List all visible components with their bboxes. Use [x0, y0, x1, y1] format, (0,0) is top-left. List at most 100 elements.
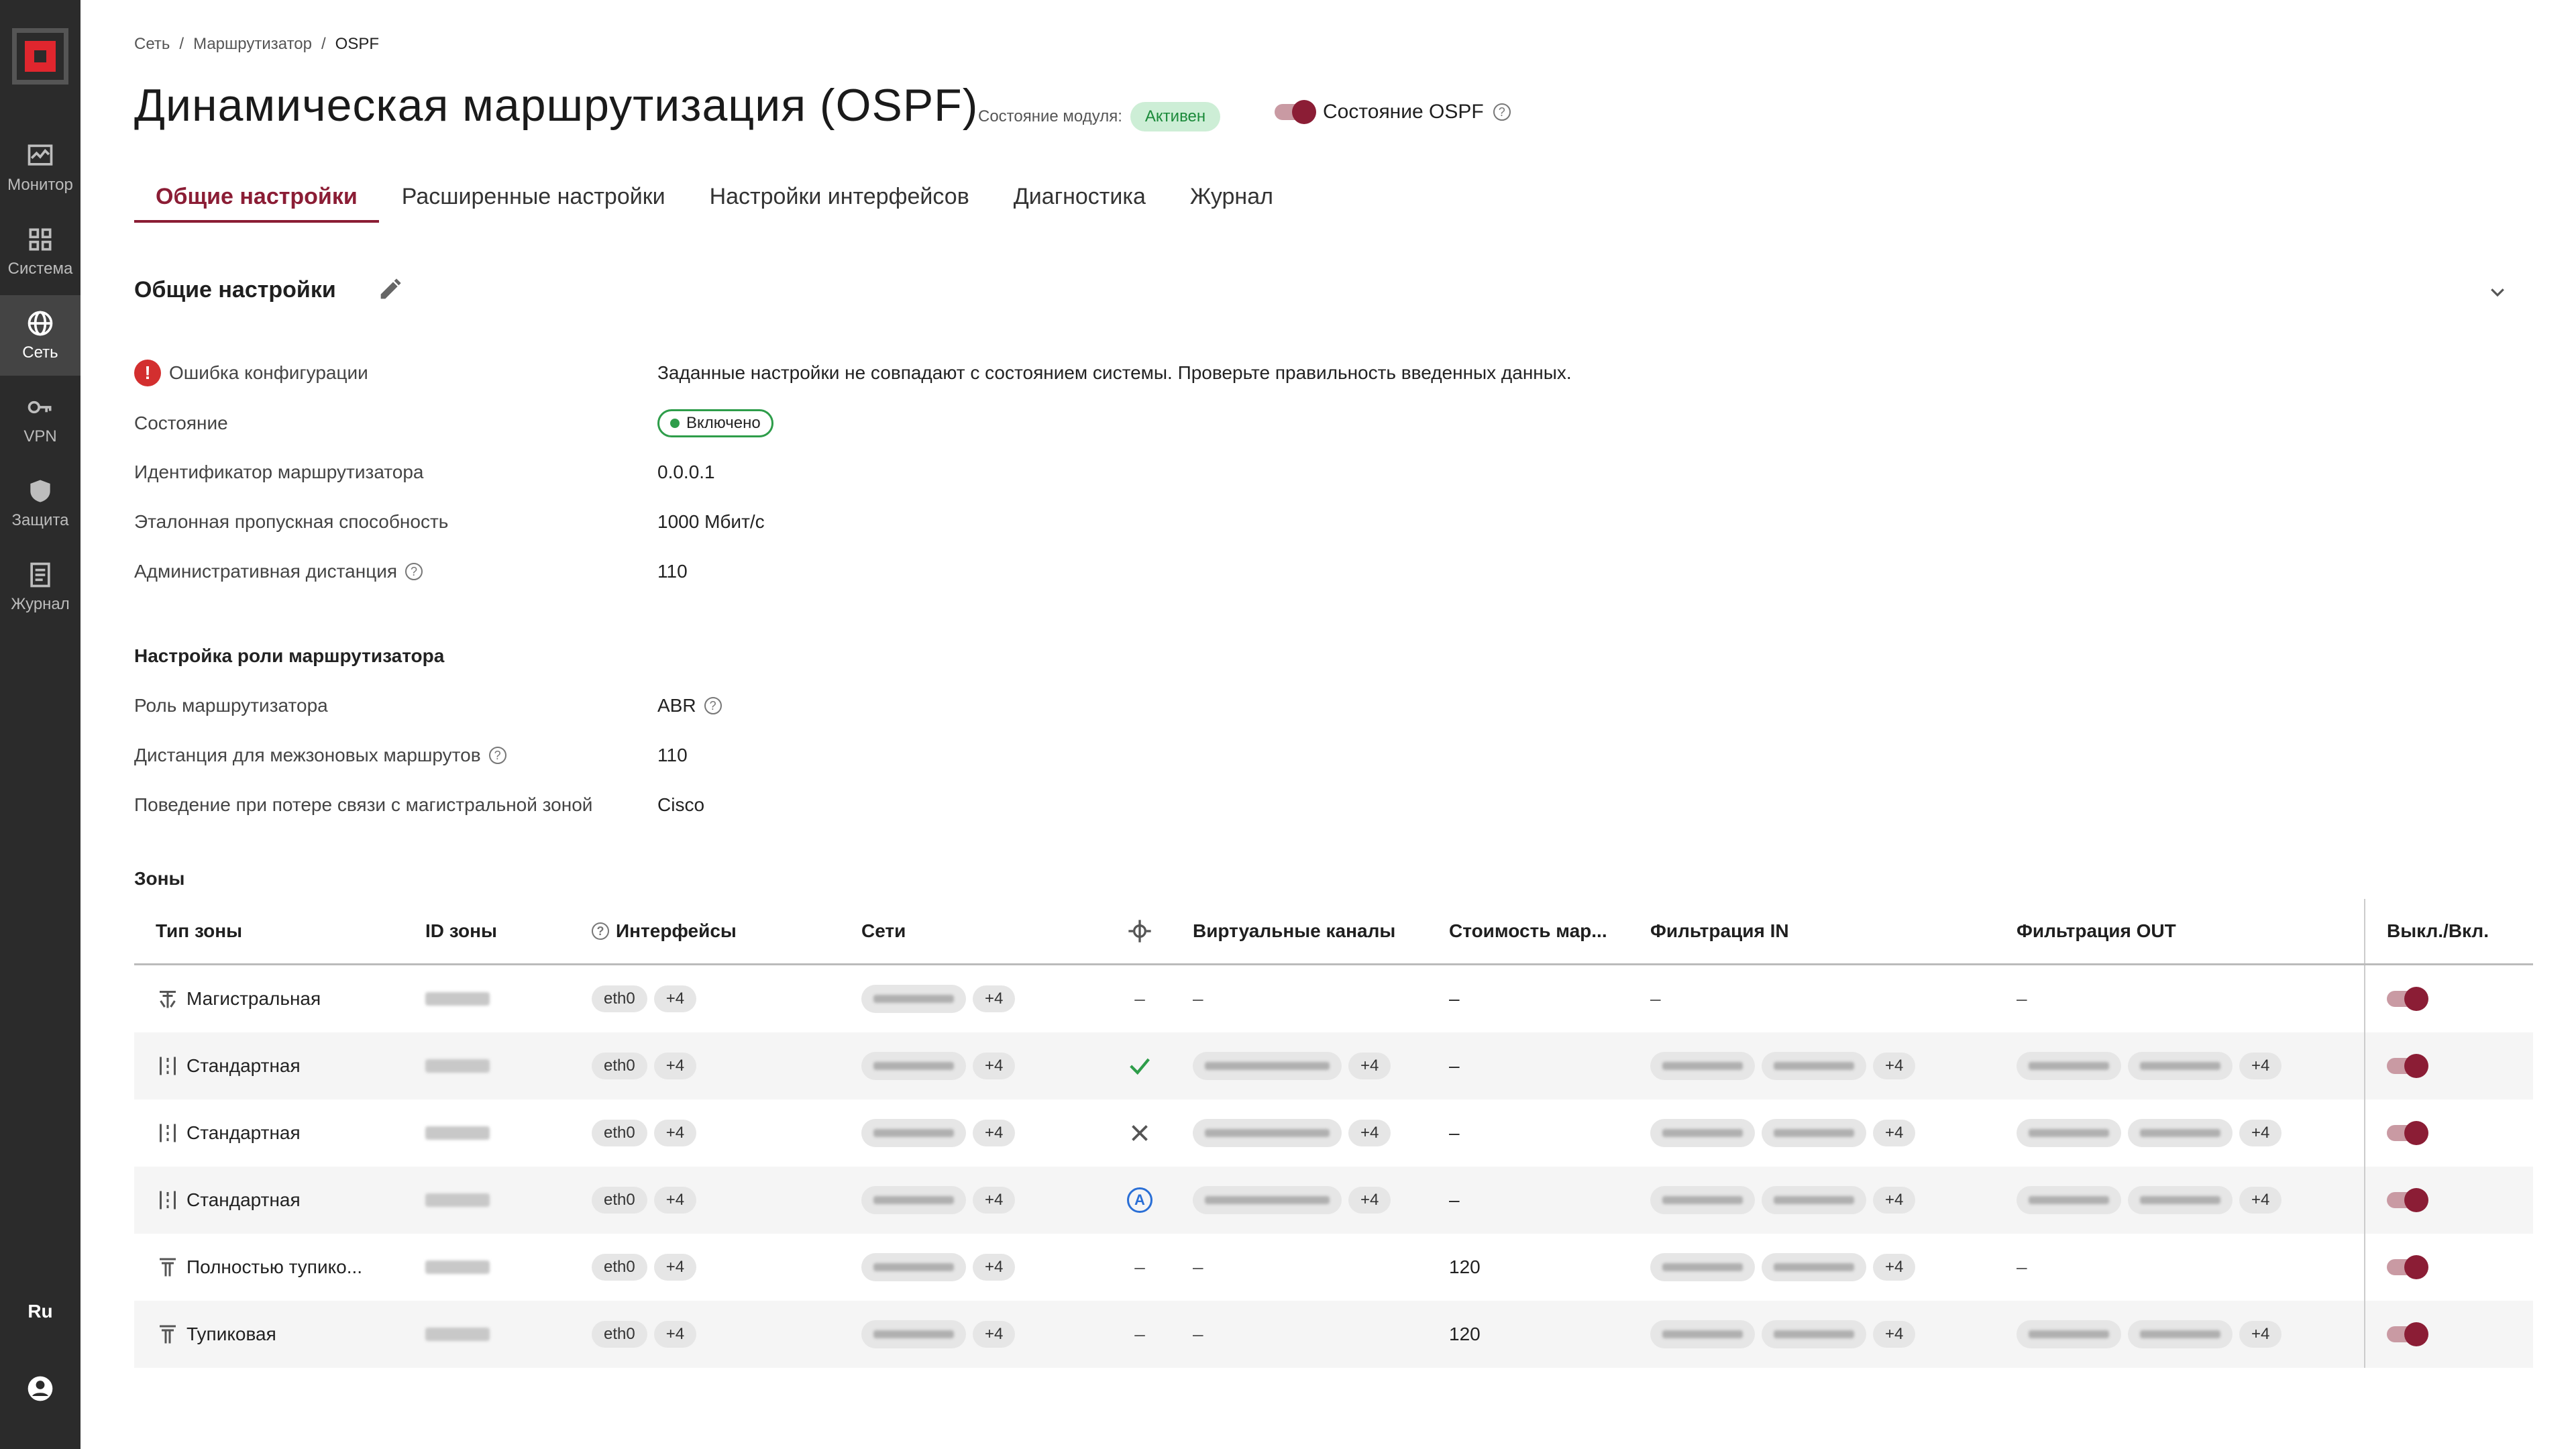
filter-chip[interactable]	[1762, 1253, 1866, 1281]
more-chip[interactable]: +4	[973, 1053, 1016, 1079]
sidebar-item-journal[interactable]: Журнал	[0, 547, 80, 627]
user-menu[interactable]	[0, 1372, 80, 1405]
filter-chip[interactable]	[2128, 1186, 2233, 1214]
sidebar-item-monitor[interactable]: Монитор	[0, 127, 80, 208]
col-zone-type[interactable]: Тип зоны	[134, 920, 404, 942]
more-chip[interactable]: +4	[2239, 1187, 2282, 1214]
more-chip[interactable]: +4	[973, 1187, 1016, 1214]
more-chip[interactable]: +4	[653, 1120, 697, 1146]
table-row[interactable]: Тупиковая eth0 +4 +4– –120 +4 +4	[134, 1301, 2533, 1368]
table-row[interactable]: Стандартная eth0 +4 +4 A +4– +4 +4	[134, 1167, 2533, 1234]
virtual-link-chip[interactable]	[1193, 1186, 1342, 1214]
more-chip[interactable]: +4	[1348, 1120, 1391, 1146]
filter-chip[interactable]	[1762, 1119, 1866, 1147]
col-virtual-links[interactable]: Виртуальные каналы	[1171, 920, 1428, 942]
edit-icon[interactable]	[376, 276, 403, 303]
more-chip[interactable]: +4	[2239, 1321, 2282, 1348]
interface-chip[interactable]: eth0	[592, 985, 647, 1012]
zone-enable-toggle[interactable]	[2387, 1121, 2428, 1145]
filter-chip[interactable]	[1650, 1186, 1755, 1214]
more-chip[interactable]: +4	[1348, 1053, 1391, 1079]
chevron-down-icon[interactable]	[2487, 282, 2508, 302]
language-switch[interactable]: Ru	[0, 1295, 80, 1328]
more-chip[interactable]: +4	[1873, 1321, 1916, 1348]
filter-chip[interactable]	[1650, 1320, 1755, 1348]
filter-chip[interactable]	[2017, 1186, 2121, 1214]
more-chip[interactable]: +4	[653, 1187, 697, 1214]
virtual-link-chip[interactable]	[1193, 1052, 1342, 1080]
sidebar-item-network[interactable]: Сеть	[0, 295, 80, 376]
interface-chip[interactable]: eth0	[592, 1321, 647, 1348]
help-icon[interactable]: ?	[1493, 103, 1511, 121]
logo[interactable]	[12, 28, 68, 85]
more-chip[interactable]: +4	[973, 985, 1016, 1012]
interface-chip[interactable]: eth0	[592, 1254, 647, 1281]
table-row[interactable]: Стандартная eth0 +4 +4 +4– +4 +4	[134, 1032, 2533, 1099]
more-chip[interactable]: +4	[1348, 1187, 1391, 1214]
table-row[interactable]: Полностью тупико... eth0 +4 +4– –120 +4–	[134, 1234, 2533, 1301]
col-networks[interactable]: Сети	[840, 920, 1108, 942]
col-zone-id[interactable]: ID зоны	[404, 920, 570, 942]
theme-toggle[interactable]	[0, 1234, 80, 1275]
zone-enable-toggle[interactable]	[2387, 987, 2428, 1011]
filter-chip[interactable]	[2017, 1052, 2121, 1080]
more-chip[interactable]: +4	[1873, 1120, 1916, 1146]
more-chip[interactable]: +4	[1873, 1053, 1916, 1079]
more-chip[interactable]: +4	[653, 1053, 697, 1079]
more-chip[interactable]: +4	[653, 1254, 697, 1281]
interface-chip[interactable]: eth0	[592, 1120, 647, 1146]
help-icon[interactable]: ?	[704, 697, 722, 714]
tab-interfaces[interactable]: Настройки интерфейсов	[688, 176, 991, 223]
zone-enable-toggle[interactable]	[2387, 1255, 2428, 1279]
more-chip[interactable]: +4	[2239, 1120, 2282, 1146]
breadcrumb-item[interactable]: Маршрутизатор	[193, 35, 312, 54]
filter-chip[interactable]	[1762, 1186, 1866, 1214]
filter-chip[interactable]	[2128, 1320, 2233, 1348]
sidebar-item-protection[interactable]: Защита	[0, 463, 80, 543]
filter-chip[interactable]	[1762, 1320, 1866, 1348]
network-chip[interactable]	[861, 1253, 966, 1281]
zone-enable-toggle[interactable]	[2387, 1322, 2428, 1346]
breadcrumb-item[interactable]: Сеть	[134, 35, 170, 54]
filter-chip[interactable]	[1650, 1253, 1755, 1281]
filter-chip[interactable]	[2128, 1119, 2233, 1147]
col-filter-out[interactable]: Фильтрация OUT	[1995, 920, 2364, 942]
table-row[interactable]: Стандартная eth0 +4 +4 +4– +4 +4	[134, 1099, 2533, 1167]
help-icon[interactable]: ?	[405, 563, 423, 580]
more-chip[interactable]: +4	[653, 985, 697, 1012]
sidebar-item-vpn[interactable]: VPN	[0, 379, 80, 460]
more-chip[interactable]: +4	[1873, 1187, 1916, 1214]
virtual-link-chip[interactable]	[1193, 1119, 1342, 1147]
tab-diagnostics[interactable]: Диагностика	[992, 176, 1167, 223]
more-chip[interactable]: +4	[973, 1321, 1016, 1348]
filter-chip[interactable]	[1650, 1119, 1755, 1147]
col-flag[interactable]	[1108, 918, 1171, 945]
more-chip[interactable]: +4	[2239, 1053, 2282, 1079]
interface-chip[interactable]: eth0	[592, 1053, 647, 1079]
zone-enable-toggle[interactable]	[2387, 1054, 2428, 1078]
help-icon[interactable]: ?	[592, 922, 609, 940]
interface-chip[interactable]: eth0	[592, 1187, 647, 1214]
filter-chip[interactable]	[1650, 1052, 1755, 1080]
network-chip[interactable]	[861, 1052, 966, 1080]
network-chip[interactable]	[861, 1186, 966, 1214]
tab-advanced[interactable]: Расширенные настройки	[380, 176, 687, 223]
help-icon[interactable]: ?	[488, 747, 506, 764]
col-enable[interactable]: Выкл./Вкл.	[2364, 899, 2533, 963]
filter-chip[interactable]	[2017, 1320, 2121, 1348]
network-chip[interactable]	[861, 985, 966, 1013]
more-chip[interactable]: +4	[653, 1321, 697, 1348]
filter-chip[interactable]	[1762, 1052, 1866, 1080]
filter-chip[interactable]	[2017, 1119, 2121, 1147]
zone-enable-toggle[interactable]	[2387, 1188, 2428, 1212]
col-route-cost[interactable]: Стоимость мар...	[1428, 920, 1629, 942]
table-row[interactable]: Магистральная eth0 +4 +4– – – – –	[134, 965, 2533, 1032]
more-chip[interactable]: +4	[1873, 1254, 1916, 1281]
ospf-toggle[interactable]	[1275, 100, 1316, 124]
sidebar-item-system[interactable]: Система	[0, 211, 80, 292]
more-chip[interactable]: +4	[973, 1120, 1016, 1146]
more-chip[interactable]: +4	[973, 1254, 1016, 1281]
col-interfaces[interactable]: ? Интерфейсы	[570, 920, 840, 942]
network-chip[interactable]	[861, 1119, 966, 1147]
network-chip[interactable]	[861, 1320, 966, 1348]
